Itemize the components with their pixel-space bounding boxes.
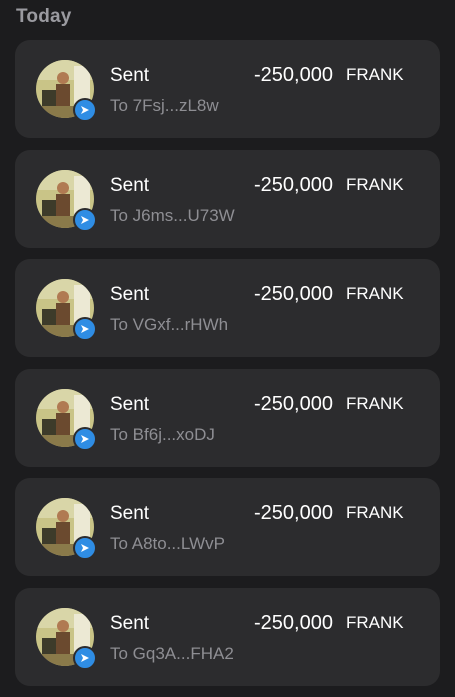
- transaction-type: Sent: [110, 393, 150, 415]
- transaction-type: Sent: [110, 284, 150, 305]
- transaction-type: Sent: [110, 503, 150, 524]
- transaction-recipient: To 7Fsj...zL8w: [110, 96, 219, 115]
- send-arrow-icon: [73, 536, 97, 560]
- send-arrow-icon: [73, 207, 97, 232]
- transaction-item[interactable]: Sent To VGxf...rHWh -250,000 FRANK: [15, 259, 440, 357]
- transaction-token: FRANK: [346, 65, 404, 84]
- transaction-amount: -250,000: [254, 64, 333, 86]
- transaction-item[interactable]: Sent To 7Fsj...zL8w -250,000 FRANK: [15, 40, 440, 138]
- transaction-amount: -250,000: [254, 611, 333, 634]
- transaction-amount: -250,000: [254, 502, 333, 524]
- transaction-amount: -250,000: [254, 173, 333, 196]
- section-title-today: Today: [16, 6, 72, 27]
- transaction-recipient: To VGxf...rHWh: [110, 315, 229, 334]
- transaction-list: Sent To 7Fsj...zL8w -250,000 FRANK Sent …: [15, 40, 440, 697]
- transaction-amount: -250,000: [254, 392, 333, 415]
- transaction-item[interactable]: Sent To A8to...LWvP -250,000 FRANK: [15, 478, 440, 576]
- send-arrow-icon: [73, 645, 97, 670]
- transaction-token: FRANK: [346, 503, 404, 522]
- transaction-type: Sent: [110, 612, 150, 634]
- transaction-recipient: To Gq3A...FHA2: [110, 643, 234, 663]
- transaction-type: Sent: [110, 174, 150, 196]
- send-arrow-icon: [73, 98, 97, 122]
- transaction-recipient: To J6ms...U73W: [110, 205, 235, 225]
- transaction-type: Sent: [110, 65, 150, 86]
- transaction-token: FRANK: [346, 284, 404, 303]
- transaction-item[interactable]: Sent To Bf6j...xoDJ -250,000 FRANK: [15, 368, 440, 467]
- transaction-amount: -250,000: [254, 283, 333, 305]
- transaction-recipient: To Bf6j...xoDJ: [110, 424, 215, 444]
- transaction-item[interactable]: Sent To Gq3A...FHA2 -250,000 FRANK: [15, 587, 440, 686]
- send-arrow-icon: [73, 426, 97, 451]
- transaction-token: FRANK: [346, 612, 404, 632]
- send-arrow-icon: [73, 317, 97, 341]
- transaction-item[interactable]: Sent To J6ms...U73W -250,000 FRANK: [15, 149, 440, 248]
- transaction-recipient: To A8to...LWvP: [110, 534, 225, 553]
- transaction-token: FRANK: [346, 174, 404, 194]
- transaction-token: FRANK: [346, 393, 404, 413]
